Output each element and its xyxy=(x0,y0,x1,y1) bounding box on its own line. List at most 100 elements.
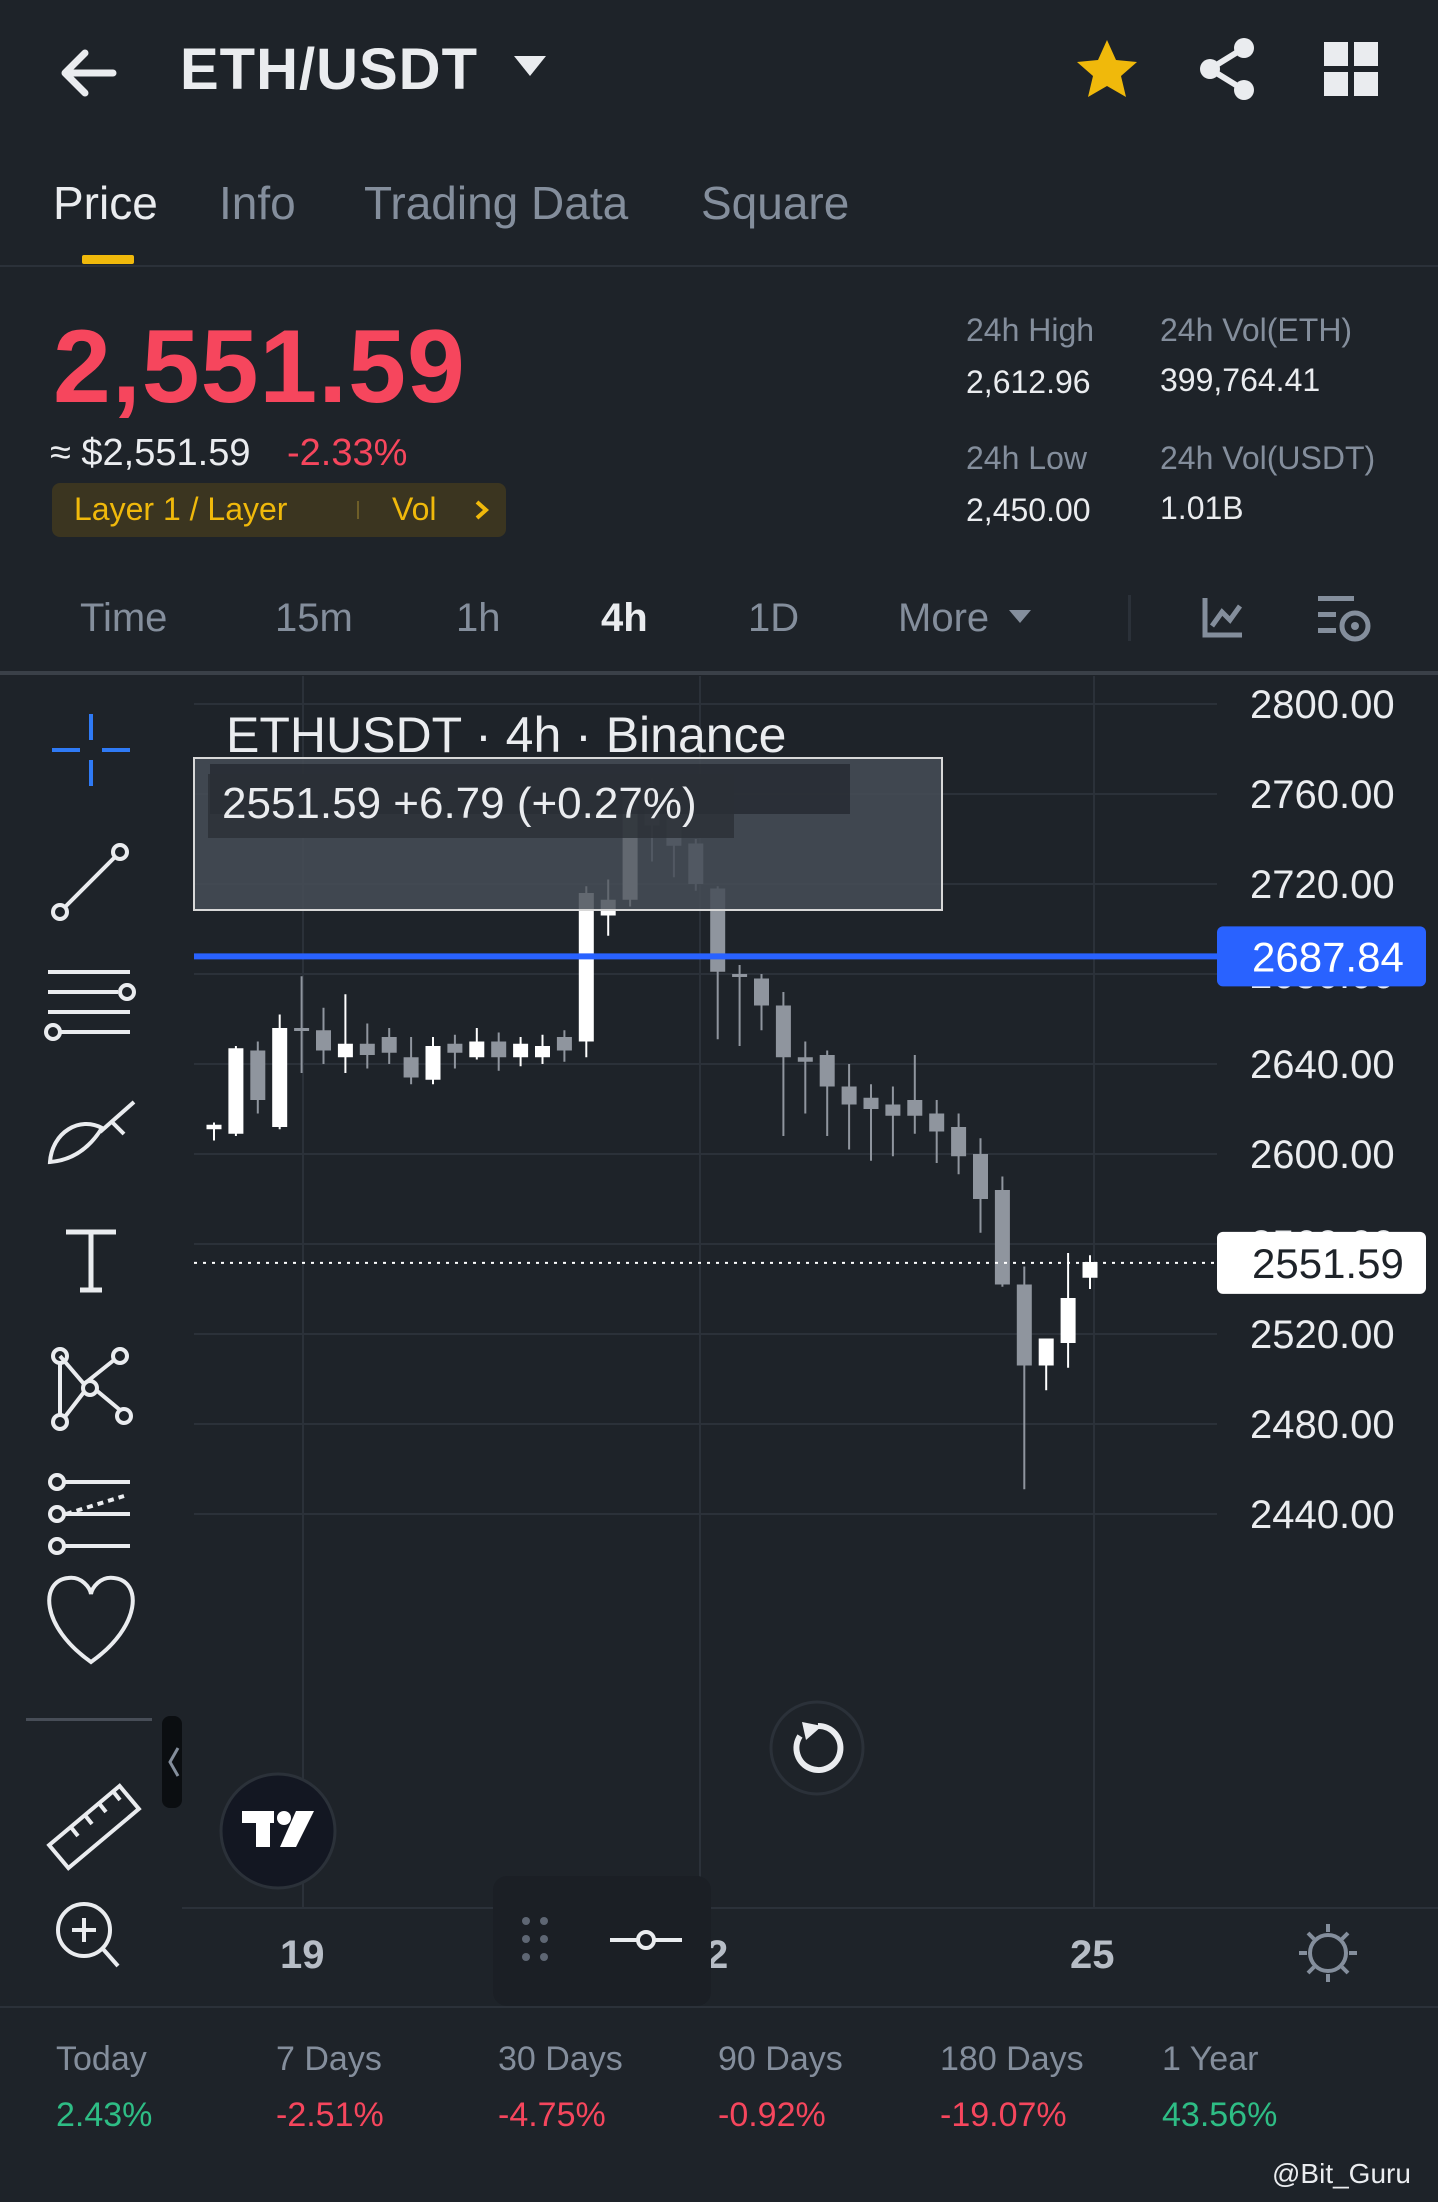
candle-body xyxy=(250,1050,266,1100)
toolbar-collapse-handle[interactable] xyxy=(162,1716,182,1808)
candle-body xyxy=(469,1041,485,1058)
category-tag-label: Layer 1 / Layer xyxy=(74,491,288,527)
top-header: ETH/USDT xyxy=(0,0,1438,150)
stat-24h-vol-eth-label: 24h Vol(ETH) xyxy=(1160,312,1353,348)
candle-body xyxy=(863,1097,879,1109)
price-axis-label: 2480.00 xyxy=(1250,1403,1395,1447)
indicator-chart-icon[interactable] xyxy=(1200,594,1246,640)
tradingview-logo-icon[interactable] xyxy=(219,1772,337,1890)
candle-body xyxy=(732,974,748,977)
reset-chart-button[interactable] xyxy=(769,1700,865,1796)
price-chart[interactable]: 2800.002760.002720.002680.002640.002600.… xyxy=(0,676,1438,2006)
stat-24h-low-value: 2,450.00 xyxy=(966,492,1091,528)
stat-24h-vol-usdt-label: 24h Vol(USDT) xyxy=(1160,440,1376,476)
price-axis-label: 2600.00 xyxy=(1250,1133,1395,1177)
perf-label-30d: 30 Days xyxy=(498,2040,623,2078)
chart-settings-icon[interactable] xyxy=(1316,592,1372,644)
price-axis-label: 2440.00 xyxy=(1250,1493,1395,1537)
perf-value-7d: -2.51% xyxy=(276,2096,384,2134)
candle-body xyxy=(425,1046,441,1080)
timeframe-more[interactable]: More xyxy=(898,596,989,641)
candle-body xyxy=(206,1124,222,1130)
candle-body xyxy=(294,1028,310,1031)
active-tab-indicator xyxy=(82,255,134,264)
toolbar-divider xyxy=(26,1718,152,1721)
candle-body xyxy=(381,1037,397,1053)
candle-body xyxy=(907,1100,923,1116)
candle-body xyxy=(973,1154,988,1199)
pair-title[interactable]: ETH/USDT xyxy=(180,36,478,103)
price-change-percent: -2.33% xyxy=(287,432,408,474)
perf-label-7d: 7 Days xyxy=(276,2040,382,2078)
candle-body xyxy=(337,1043,353,1058)
candle-body xyxy=(1082,1262,1098,1278)
price-axis-label: 2640.00 xyxy=(1250,1043,1395,1087)
timeframe-1h[interactable]: 1h xyxy=(456,596,501,641)
candle-body xyxy=(272,1028,288,1127)
performance-bar: Today 2.43% 7 Days -2.51% 30 Days -4.75%… xyxy=(0,2006,1438,2164)
tabs-divider xyxy=(0,265,1438,267)
tab-price[interactable]: Price xyxy=(53,176,158,230)
stat-24h-high-label: 24h High xyxy=(966,312,1095,348)
more-dropdown-icon[interactable] xyxy=(1008,608,1032,626)
stat-24h-vol-eth-value: 399,764.41 xyxy=(1160,362,1321,398)
candle-body xyxy=(491,1041,507,1058)
candle-body xyxy=(1060,1298,1076,1343)
candle-body xyxy=(556,1037,572,1051)
candle-body xyxy=(535,1046,550,1058)
candle-body xyxy=(819,1055,835,1087)
candle-body xyxy=(447,1043,463,1053)
time-axis-label: 19 xyxy=(280,1933,325,1977)
perf-label-1y: 1 Year xyxy=(1162,2040,1259,2078)
candle-body xyxy=(929,1113,945,1132)
horizontal-line-price-tag[interactable]: 2687.84 xyxy=(1217,926,1426,987)
back-arrow-icon[interactable] xyxy=(55,38,125,108)
stat-24h-vol-usdt-value: 1.01B xyxy=(1160,490,1244,526)
pair-dropdown-icon[interactable] xyxy=(512,52,548,82)
tag-separator xyxy=(357,501,359,519)
perf-label-today: Today xyxy=(56,2040,147,2078)
candle-body xyxy=(1038,1338,1054,1366)
stat-24h-high-value: 2,612.96 xyxy=(966,364,1091,400)
candle-body xyxy=(228,1048,244,1134)
perf-value-today: 2.43% xyxy=(56,2096,153,2134)
tab-square[interactable]: Square xyxy=(701,176,849,230)
time-axis-label: 25 xyxy=(1070,1933,1115,1977)
price-axis-label: 2760.00 xyxy=(1250,773,1395,817)
tab-info[interactable]: Info xyxy=(219,176,296,230)
last-price: 2,551.59 xyxy=(53,309,466,425)
category-tag[interactable]: Layer 1 / Layer Vol xyxy=(52,483,506,537)
timeframe-separator xyxy=(1128,595,1131,641)
candle-body xyxy=(316,1030,331,1051)
candle-body xyxy=(885,1104,901,1116)
chevron-right-icon xyxy=(475,500,490,520)
last-price-label: 2551.59 xyxy=(1252,1240,1404,1287)
price-axis-label: 2520.00 xyxy=(1250,1313,1395,1357)
layout-grid-icon[interactable] xyxy=(1322,40,1380,98)
candle-body xyxy=(951,1127,967,1157)
candle-body xyxy=(1016,1284,1032,1366)
timeframe-15m[interactable]: 15m xyxy=(275,596,353,641)
last-price-tag: 2551.59 xyxy=(1217,1231,1426,1294)
favorite-star-icon[interactable] xyxy=(1074,36,1140,102)
candle-body xyxy=(513,1043,529,1058)
candle-body xyxy=(797,1057,813,1062)
timeframe-1d[interactable]: 1D xyxy=(748,596,799,641)
candle-body xyxy=(994,1190,1010,1285)
candle-body xyxy=(754,978,769,1006)
price-axis-label: 2720.00 xyxy=(1250,863,1395,907)
timeframe-divider xyxy=(0,671,1438,675)
candle-body xyxy=(578,893,594,1042)
timeframe-time[interactable]: Time xyxy=(80,596,167,641)
candle-body xyxy=(841,1086,857,1105)
vol-link[interactable]: Vol xyxy=(392,491,436,528)
perf-value-1y: 43.56% xyxy=(1162,2096,1278,2134)
watermark: @Bit_Guru xyxy=(1272,2158,1411,2189)
tab-trading-data[interactable]: Trading Data xyxy=(364,176,628,230)
horizontal-line-price-label: 2687.84 xyxy=(1252,933,1404,980)
perf-label-180d: 180 Days xyxy=(940,2040,1084,2078)
share-icon[interactable] xyxy=(1196,36,1260,102)
timeframe-4h[interactable]: 4h xyxy=(601,596,648,641)
drawing-toolbar xyxy=(0,676,182,2006)
stat-24h-low-label: 24h Low xyxy=(966,440,1087,476)
